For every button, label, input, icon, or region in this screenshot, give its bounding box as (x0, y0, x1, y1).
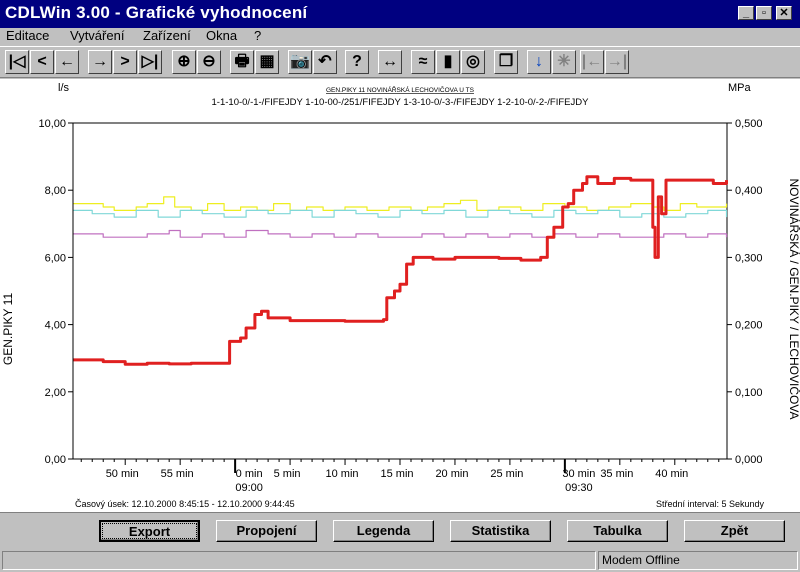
y-right-tick-label: 0,400 (735, 185, 763, 197)
y-right-tick-label: 0,200 (735, 320, 763, 332)
y-right-tick-label: 0,000 (735, 454, 763, 466)
cursor-right-icon[interactable]: →| (605, 50, 629, 74)
y-right-tick-label: 0,500 (735, 118, 763, 130)
toolbar: |◁ < ← → > ▷| ⊕ ⊖ 🖶 ▦ 📷 ↶? ↔ ≈ ▮ ◎ ❐ ↓ ✳ |← →| (0, 46, 800, 78)
series-line-0 (73, 175, 728, 366)
statistika-button[interactable]: Statistika (450, 520, 551, 542)
x-tick-label: 5 min (274, 468, 301, 480)
chart-settings-icon[interactable]: ▦ (255, 50, 279, 74)
zoom-in-icon[interactable]: ⊕ (172, 50, 196, 74)
status-left (2, 551, 596, 570)
x-tick-label: 35 min (600, 468, 633, 480)
zpet-button[interactable]: Zpět (684, 520, 785, 542)
x-tick-label: 15 min (380, 468, 413, 480)
propojeni-button[interactable]: Propojení (216, 520, 317, 542)
x-tick-sublabel: 09:00 (235, 482, 263, 494)
chart-title: GEN.PIKY 11 NOVINÁŘSKÁ LECHOVIČOVA U TS (326, 85, 475, 94)
y-left-tick-label: 0,00 (45, 454, 66, 466)
bar-chart-icon[interactable]: ▮ (436, 50, 460, 74)
line-chart-icon[interactable]: ≈ (411, 50, 435, 74)
tabulka-button[interactable]: Tabulka (567, 520, 668, 542)
series-line-2 (73, 209, 728, 218)
x-tick-label: 50 min (106, 468, 139, 480)
x-tick-label: 30 min (562, 468, 595, 480)
y-right-tick-label: 0,300 (735, 252, 763, 264)
right-unit: MPa (728, 82, 752, 94)
title-bar: CDLWin 3.00 - Grafické vyhodnocení _ ▫ ✕ (0, 0, 800, 28)
x-tick-label: 0 min (236, 468, 263, 480)
chart-area: l/s MPa GEN.PIKY 11 NOVINÁŘSKÁ LECHOVIČO… (0, 79, 800, 512)
axis-ticks: 0,00 2,00 4,00 6,00 8,00 10,00 0,000 0,100 0,200… (38, 118, 762, 494)
export-button[interactable]: Export (99, 520, 200, 542)
footer-interval: Střední interval: 5 Sekundy (656, 499, 765, 509)
minimize-button[interactable]: _ (738, 6, 754, 20)
y-left-tick-label: 2,00 (45, 387, 66, 399)
x-tick-label: 55 min (161, 468, 194, 480)
menu-okna[interactable]: Okna (206, 28, 237, 43)
left-unit: l/s (58, 82, 70, 94)
x-tick-label: 40 min (655, 468, 688, 480)
pages-icon[interactable]: ❐ (494, 50, 518, 74)
menu-vytvareni[interactable]: Vytváření (70, 28, 124, 43)
cursor-left-icon[interactable]: |← (580, 50, 604, 74)
restore-button[interactable]: ▫ (756, 6, 772, 20)
menu-editace[interactable]: Editace (6, 28, 49, 43)
x-tick-label: 25 min (490, 468, 523, 480)
cursor-down-icon[interactable]: ↓ (527, 50, 551, 74)
button-bar: Export Propojení Legenda Statistika Tabu… (0, 512, 800, 549)
right-axis-label: NOVINÁŘSKÁ / GEN.PIKY / LECHOVIČOVA (787, 179, 800, 420)
series-line-3 (73, 229, 728, 238)
y-left-tick-label: 10,00 (38, 118, 66, 130)
window-title: CDLWin 3.00 - Grafické vyhodnocení (5, 3, 308, 22)
back-icon[interactable]: ← (55, 50, 79, 74)
y-left-tick-label: 6,00 (45, 252, 66, 264)
last-icon[interactable]: ▷| (138, 50, 162, 74)
fit-width-icon[interactable]: ↔ (378, 50, 402, 74)
close-button[interactable]: ✕ (776, 6, 792, 20)
chart-subtitle: 1-1-10-0/-1-/FIFEJDY 1-10-00-/251/FIFEJD… (212, 97, 590, 108)
camera-icon[interactable]: 📷 (288, 50, 312, 74)
undo-icon[interactable]: ↶ (313, 50, 337, 74)
cursor-star-icon[interactable]: ✳ (552, 50, 576, 74)
status-bar: Modem Offline (0, 549, 800, 572)
x-tick-label: 10 min (326, 468, 359, 480)
forward-icon[interactable]: → (88, 50, 112, 74)
footer-time-range: Časový úsek: 12.10.2000 8:45:15 - 12.10.… (75, 499, 295, 509)
zoom-out-icon[interactable]: ⊖ (197, 50, 221, 74)
x-tick-sublabel: 09:30 (565, 482, 593, 494)
chart-svg: l/s MPa GEN.PIKY 11 NOVINÁŘSKÁ LECHOVIČO… (1, 82, 800, 509)
y-left-tick-label: 8,00 (45, 185, 66, 197)
x-tick-label: 20 min (435, 468, 468, 480)
menu-bar: Editace Vytváření Zařízení Okna ? (0, 28, 800, 46)
status-connection: Modem Offline (598, 551, 798, 570)
menu-help[interactable]: ? (254, 28, 261, 43)
left-axis-label: GEN.PIKY 11 (1, 293, 15, 366)
menu-zarizeni[interactable]: Zařízení (143, 28, 191, 43)
print-icon[interactable]: 🖶 (230, 50, 254, 74)
y-right-tick-label: 0,100 (735, 387, 763, 399)
y-left-tick-label: 4,00 (45, 320, 66, 332)
series-line-1 (73, 196, 728, 211)
series-layer (73, 175, 728, 366)
first-icon[interactable]: |◁ (5, 50, 29, 74)
help-icon[interactable]: ? (345, 50, 369, 74)
chart-3d-icon[interactable]: ◎ (461, 50, 485, 74)
legenda-button[interactable]: Legenda (333, 520, 434, 542)
next-page-icon[interactable]: > (113, 50, 137, 74)
prev-page-icon[interactable]: < (30, 50, 54, 74)
